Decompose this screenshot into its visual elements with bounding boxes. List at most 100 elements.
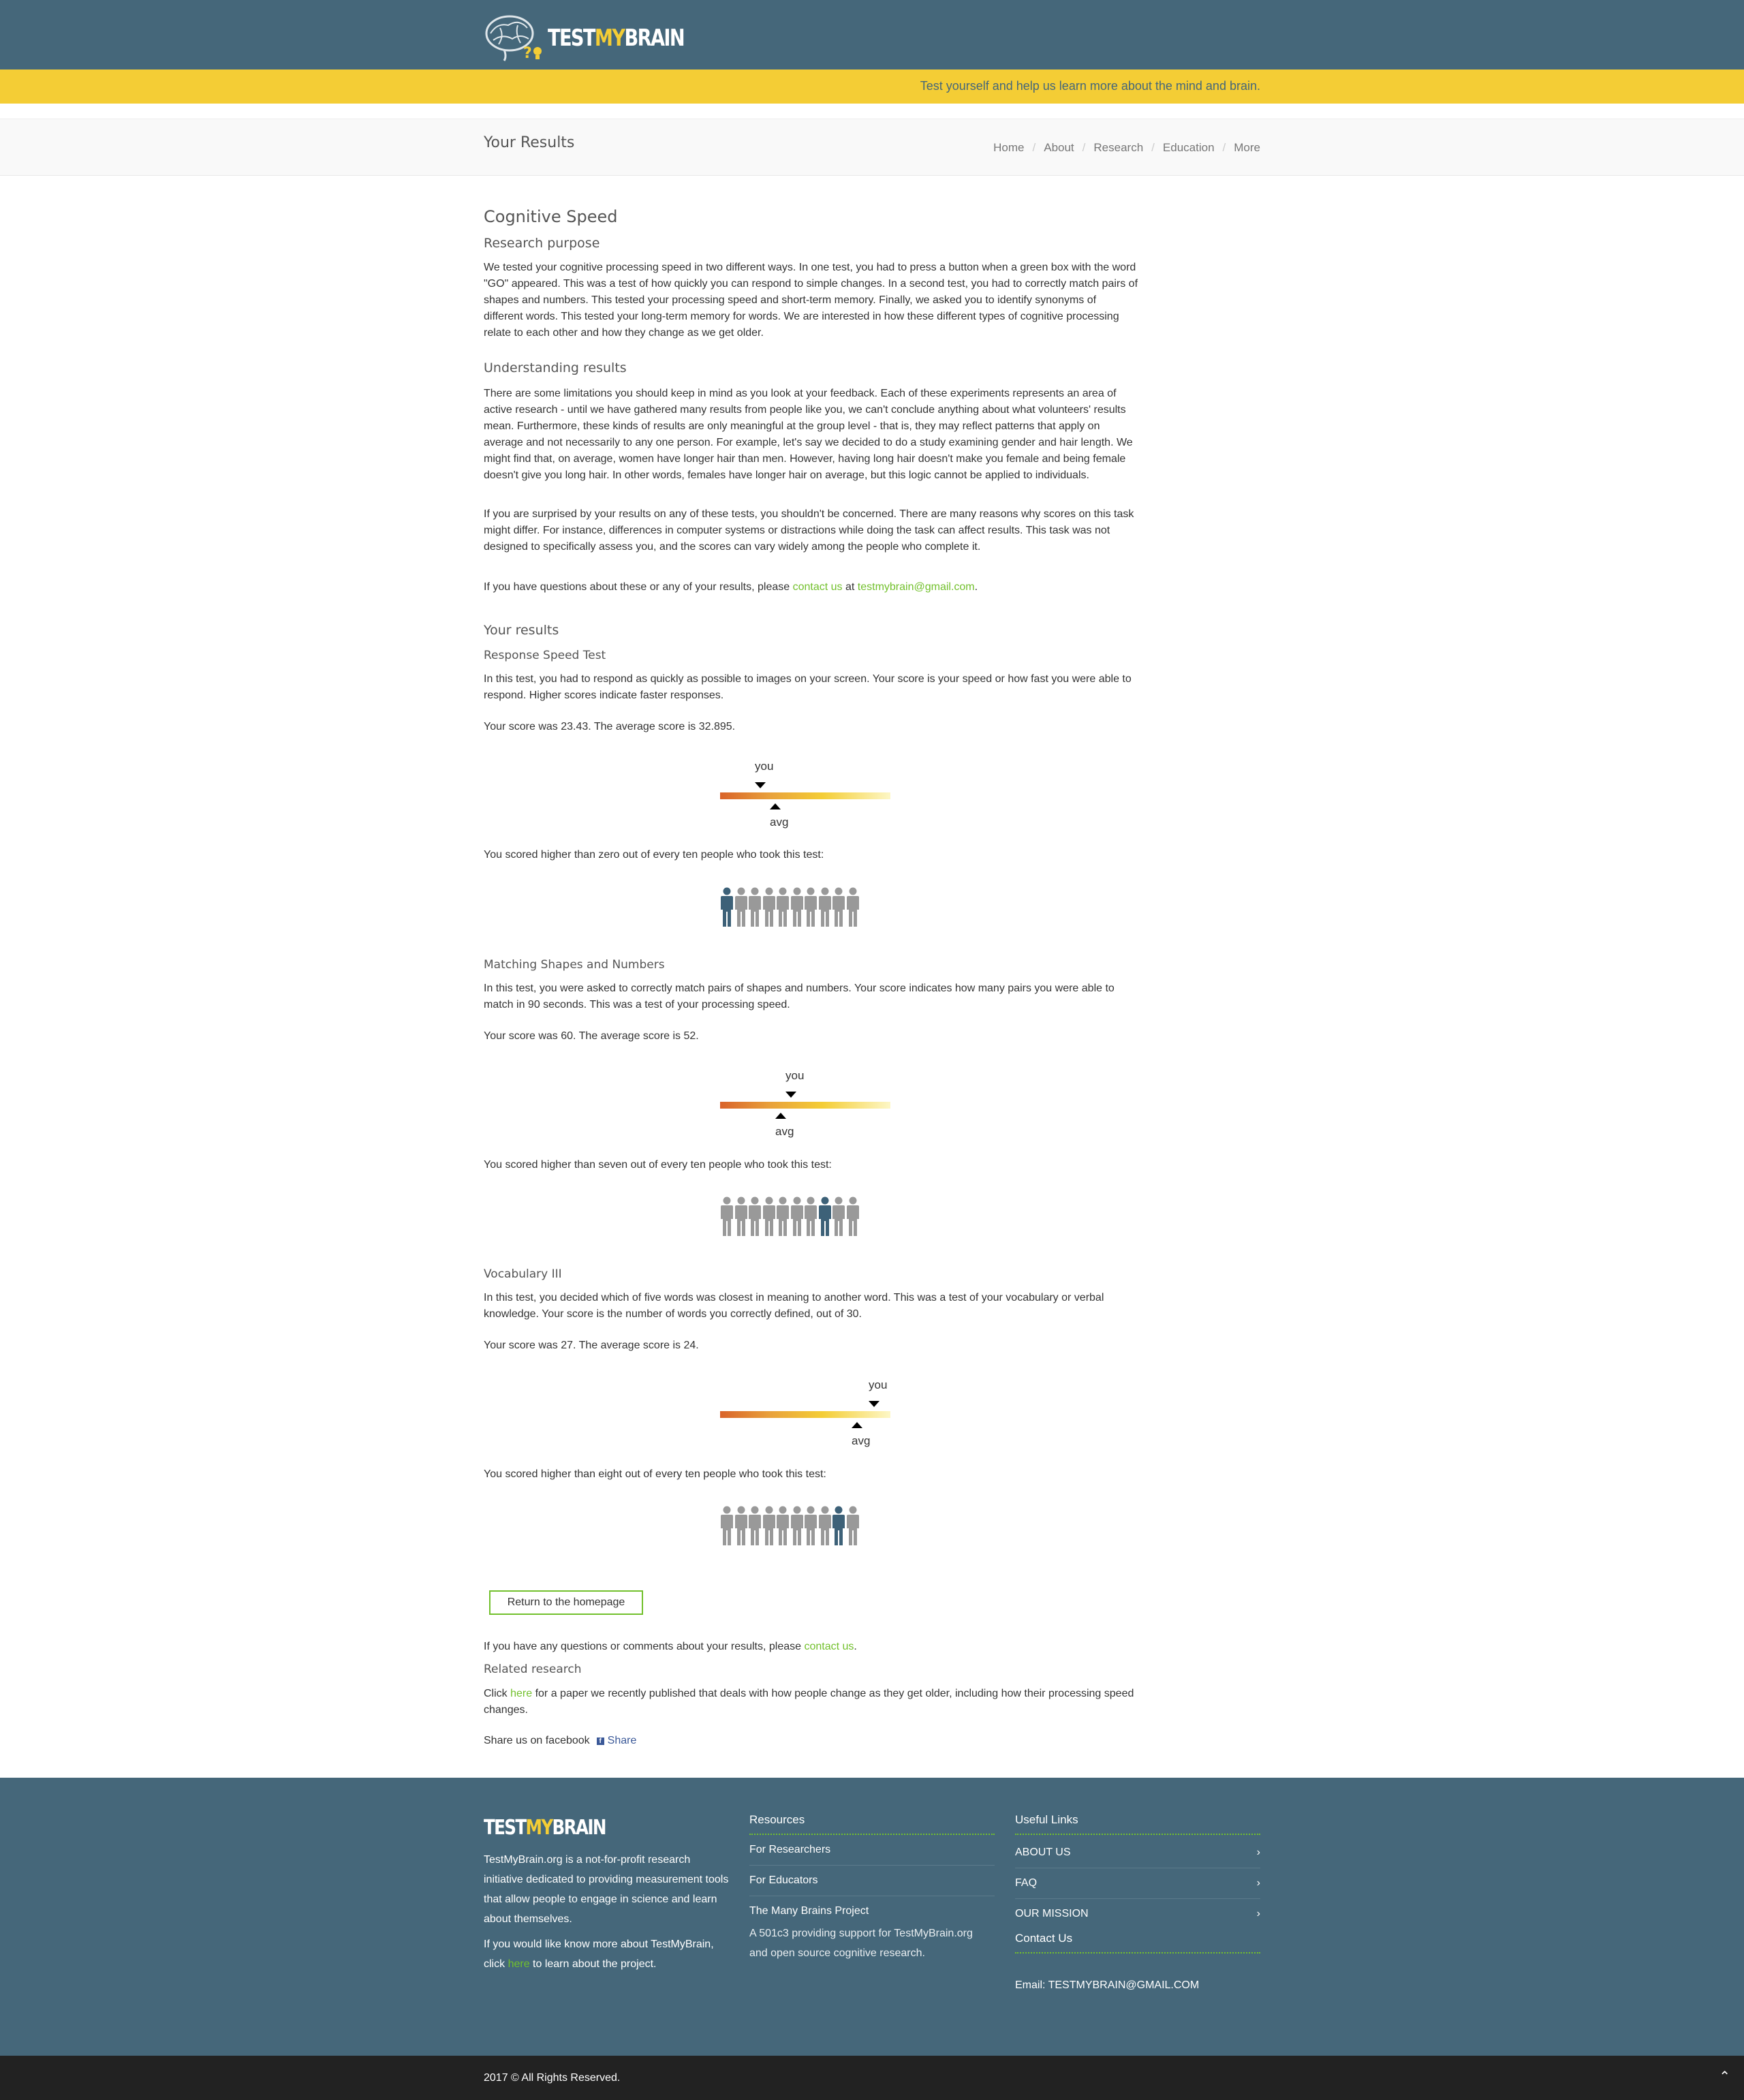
facebook-share-row: Share us on facebook f Share (484, 1735, 1260, 1747)
copyright-bar: 2017 © All Rights Reserved. ⌃ (0, 2056, 1744, 2100)
score-text: Your score was 23.43. The average score … (484, 721, 736, 732)
test-description: In this test, you decided which of five … (484, 1292, 1104, 1320)
avg-label: avg (770, 816, 789, 829)
breadcrumb-bar: Your Results Home / About / Research / E… (0, 119, 1744, 176)
facebook-share-button[interactable]: f Share (596, 1735, 636, 1747)
people-chart (721, 887, 859, 927)
useful-link-mission[interactable]: OUR MISSION › (1015, 1899, 1260, 1929)
you-marker-icon (869, 1401, 879, 1407)
useful-link-label: ABOUT US (1015, 1847, 1071, 1858)
person-icon (790, 1506, 803, 1545)
person-icon (805, 887, 817, 927)
person-icon (846, 887, 859, 927)
you-marker-icon (755, 782, 766, 788)
breadcrumb-separator: / (1222, 141, 1226, 154)
email-link[interactable]: testmybrain@gmail.com (858, 581, 975, 593)
section-title: Cognitive Speed (484, 207, 618, 226)
chevron-right-icon: › (1256, 1877, 1260, 1889)
paper-link[interactable]: here (510, 1688, 532, 1699)
useful-links-heading: Useful Links (1015, 1813, 1260, 1835)
tagline-bar: Test yourself and help us learn more abo… (0, 70, 1744, 104)
breadcrumb-research[interactable]: Research (1093, 141, 1143, 155)
useful-link-faq[interactable]: FAQ › (1015, 1868, 1260, 1899)
your-results-heading: Your results (484, 623, 559, 638)
breadcrumb-education[interactable]: Education (1163, 141, 1215, 155)
test-description: In this test, you were asked to correctl… (484, 983, 1115, 1010)
breadcrumb-about[interactable]: About (1044, 141, 1074, 155)
test-name: Response Speed Test (484, 649, 606, 662)
contact-us-link[interactable]: contact us (804, 1641, 854, 1652)
related-prefix: Click (484, 1688, 511, 1699)
site-logo[interactable]: ? TESTMYBRAIN (484, 12, 718, 64)
people-chart (721, 1196, 859, 1236)
return-homepage-button[interactable]: Return to the homepage (489, 1590, 643, 1615)
percentile-text: You scored higher than zero out of every… (484, 849, 824, 861)
score-gauge: you avg (719, 1069, 897, 1144)
useful-link-about[interactable]: ABOUT US › (1015, 1838, 1260, 1868)
breadcrumb-more[interactable]: More (1234, 141, 1260, 155)
avg-marker-icon (770, 803, 781, 809)
person-icon (777, 1506, 789, 1545)
you-label: you (755, 760, 774, 773)
person-icon (734, 1506, 747, 1545)
footer-email[interactable]: Email: TESTMYBRAIN@GMAIL.COM (1015, 1979, 1260, 1992)
top-header: ? TESTMYBRAIN (0, 0, 1744, 70)
tagline: Test yourself and help us learn more abo… (920, 79, 1260, 93)
gradient-bar (720, 1102, 890, 1109)
related-suffix: for a paper we recently published that d… (484, 1688, 1134, 1716)
questions-suffix: . (974, 581, 978, 593)
person-highlight-icon (721, 887, 733, 927)
resource-link-researchers[interactable]: For Researchers (749, 1835, 995, 1866)
resource-link-many-brains[interactable]: The Many Brains Project (749, 1896, 995, 1926)
footer-about-text: TestMyBrain.org is a not-for-profit rese… (484, 1854, 729, 1925)
related-research-heading: Related research (484, 1663, 582, 1676)
person-icon (749, 887, 761, 927)
person-icon (749, 1196, 761, 1236)
chevron-right-icon: › (1256, 1908, 1260, 1919)
related-research-text: Click here for a paper we recently publi… (484, 1686, 1138, 1718)
breadcrumb-separator: / (1082, 141, 1086, 154)
page-title: Your Results (484, 134, 575, 151)
test-name: Vocabulary III (484, 1267, 562, 1281)
avg-marker-icon (775, 1113, 786, 1119)
you-label: you (785, 1069, 805, 1082)
avg-marker-icon (852, 1422, 862, 1428)
footer: TESTMYBRAIN TestMyBrain.org is a not-for… (0, 1778, 1744, 2056)
contact-us-link[interactable]: contact us (793, 581, 843, 593)
breadcrumb-home[interactable]: Home (993, 141, 1024, 155)
person-icon (777, 1196, 789, 1236)
scroll-top-chevron-icon[interactable]: ⌃ (1719, 2068, 1730, 2085)
footer-resources: Resources For Researchers For Educators … (749, 1813, 995, 1963)
footer-logo[interactable]: TESTMYBRAIN (484, 1816, 685, 1840)
score-gauge: you avg (719, 760, 897, 835)
gradient-bar (720, 1411, 890, 1418)
resource-link-educators[interactable]: For Educators (749, 1866, 995, 1896)
person-icon (734, 1196, 747, 1236)
understanding-results-text: There are some limitations you should ke… (484, 388, 1133, 481)
you-marker-icon (785, 1092, 796, 1098)
person-icon (846, 1506, 859, 1545)
resources-heading: Resources (749, 1813, 995, 1835)
score-text: Your score was 27. The average score is … (484, 1340, 699, 1351)
person-icon (790, 887, 803, 927)
person-icon (790, 1196, 803, 1236)
person-icon (734, 887, 747, 927)
svg-text:?: ? (523, 45, 532, 62)
person-icon (762, 1506, 775, 1545)
percentile-text: You scored higher than eight out of ever… (484, 1468, 826, 1480)
footer-useful-links: Useful Links ABOUT US › FAQ › OUR MISSION ›… (1015, 1813, 1260, 1992)
person-icon (805, 1196, 817, 1236)
questions-mid: at (842, 581, 858, 593)
research-purpose-heading: Research purpose (484, 236, 600, 251)
person-icon (777, 887, 789, 927)
learn-more-link[interactable]: here (508, 1958, 530, 1970)
many-brains-note: A 501c3 providing support for TestMyBrai… (749, 1928, 973, 1959)
test-name: Matching Shapes and Numbers (484, 958, 665, 972)
breadcrumb-separator: / (1032, 141, 1036, 154)
comments-suffix: . (854, 1641, 857, 1652)
useful-link-label: FAQ (1015, 1877, 1038, 1889)
person-icon (749, 1506, 761, 1545)
test-description: In this test, you had to respond as quic… (484, 673, 1132, 701)
understanding-results-heading: Understanding results (484, 360, 627, 375)
footer-about: TESTMYBRAIN TestMyBrain.org is a not-for… (484, 1816, 729, 1974)
